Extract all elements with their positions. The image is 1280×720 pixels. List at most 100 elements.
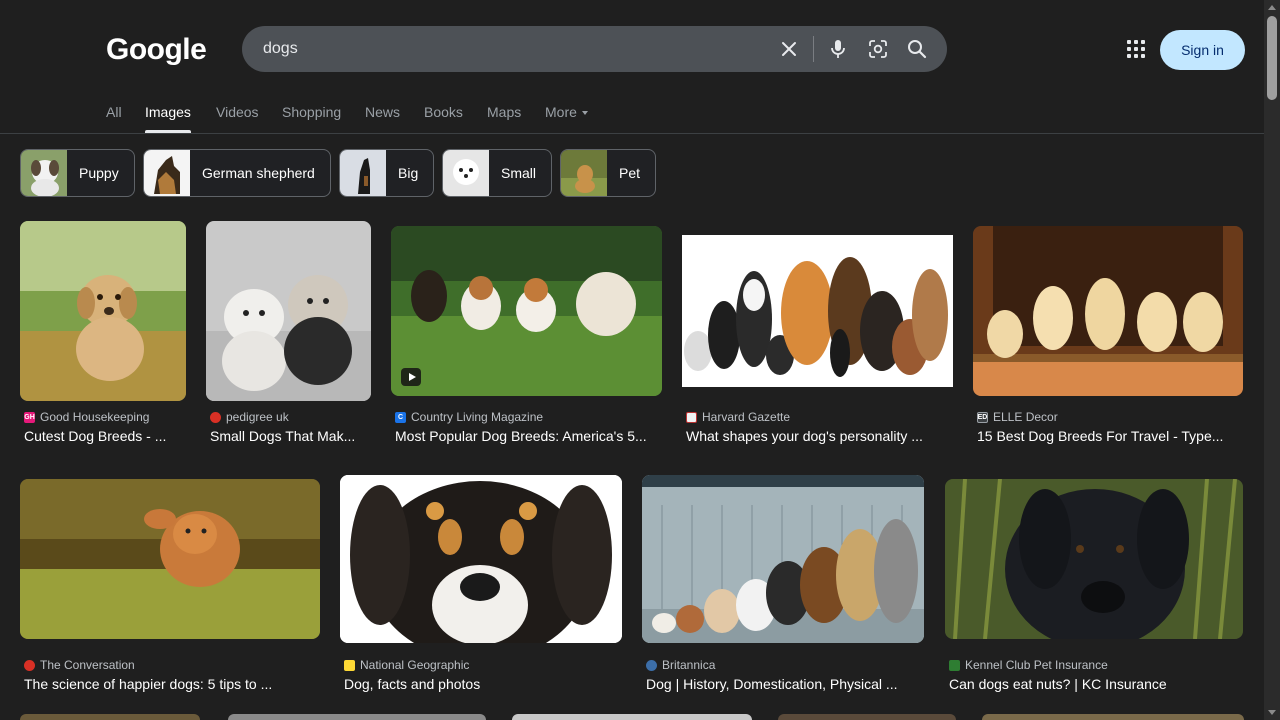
image-result[interactable]: pedigree uk Small Dogs That Mak... — [206, 221, 371, 451]
search-icon[interactable] — [905, 37, 929, 61]
chip-big[interactable]: Big — [339, 149, 434, 197]
play-icon — [401, 368, 421, 386]
chip-german-shepherd[interactable]: German shepherd — [143, 149, 331, 197]
result-thumbnail[interactable] — [20, 221, 186, 401]
result-source[interactable]: Kennel Club Pet Insurance — [949, 658, 1108, 672]
result-thumbnail[interactable] — [682, 235, 953, 387]
camera-lens-icon[interactable] — [866, 37, 890, 61]
search-tabs: All Images Videos Shopping News Books Ma… — [0, 100, 1264, 134]
tab-all[interactable]: All — [106, 104, 122, 120]
search-input[interactable]: dogs — [263, 40, 298, 58]
result-thumbnail-partial[interactable] — [982, 714, 1244, 720]
result-title[interactable]: Dog, facts and photos — [344, 676, 622, 692]
result-source[interactable]: The Conversation — [24, 658, 135, 672]
tab-shopping[interactable]: Shopping — [282, 104, 341, 120]
tab-more-label: More — [545, 104, 577, 120]
result-source[interactable]: ED ELLE Decor — [977, 410, 1058, 424]
site-favicon-icon: ED — [977, 411, 988, 423]
result-source[interactable]: C Country Living Magazine — [395, 410, 543, 424]
chip-thumbnail — [443, 150, 489, 196]
source-name: ELLE Decor — [993, 410, 1058, 424]
result-thumbnail[interactable] — [20, 479, 320, 639]
divider — [0, 133, 1264, 134]
image-result[interactable]: Kennel Club Pet Insurance Can dogs eat n… — [945, 469, 1243, 699]
result-source[interactable]: Harvard Gazette — [686, 410, 790, 424]
result-thumbnail[interactable] — [945, 479, 1243, 639]
apps-grid-icon[interactable] — [1124, 37, 1148, 61]
result-title[interactable]: Small Dogs That Mak... — [210, 428, 371, 444]
search-divider — [813, 36, 814, 62]
tab-more[interactable]: More — [545, 104, 588, 120]
tab-maps[interactable]: Maps — [487, 104, 521, 120]
page: Google dogs Sign in All Images Videos Sh… — [0, 0, 1264, 720]
result-thumbnail[interactable] — [206, 221, 371, 401]
chip-thumbnail — [144, 150, 190, 196]
image-result[interactable]: C Country Living Magazine Most Popular Do… — [391, 221, 662, 451]
source-name: Britannica — [662, 658, 716, 672]
mic-icon[interactable] — [826, 37, 850, 61]
result-title[interactable]: What shapes your dog's personality ... — [686, 428, 953, 444]
chip-label: German shepherd — [202, 165, 315, 181]
image-result[interactable]: Britannica Dog | History, Domestication,… — [642, 469, 924, 699]
result-thumbnail[interactable] — [391, 226, 662, 396]
scrollbar-thumb[interactable] — [1267, 16, 1277, 100]
scroll-up-icon[interactable] — [1268, 5, 1276, 10]
site-favicon-icon: GH — [24, 411, 35, 423]
result-source[interactable]: Britannica — [646, 658, 715, 672]
chip-label: Pet — [619, 165, 641, 181]
chip-thumbnail — [340, 150, 386, 196]
result-source[interactable]: GH Good Housekeeping — [24, 410, 149, 424]
chip-pet[interactable]: Pet — [560, 149, 656, 197]
site-favicon-icon — [646, 659, 657, 671]
result-thumbnail[interactable] — [340, 475, 622, 643]
chip-label: Puppy — [79, 165, 119, 181]
result-title[interactable]: Cutest Dog Breeds - ... — [24, 428, 186, 444]
chip-small[interactable]: Small — [442, 149, 552, 197]
image-result[interactable]: ED ELLE Decor 15 Best Dog Breeds For Trav… — [973, 221, 1243, 451]
site-favicon-icon — [24, 659, 35, 671]
scroll-down-icon[interactable] — [1268, 710, 1276, 715]
close-icon[interactable] — [777, 37, 801, 61]
google-logo[interactable]: Google — [106, 33, 207, 67]
chip-thumbnail — [21, 150, 67, 196]
image-result[interactable]: The Conversation The science of happier … — [20, 469, 320, 699]
chip-puppy[interactable]: Puppy — [20, 149, 135, 197]
result-title[interactable]: Most Popular Dog Breeds: America's 5... — [395, 428, 662, 444]
site-favicon-icon: C — [395, 411, 406, 423]
image-result[interactable]: National Geographic Dog, facts and photo… — [340, 469, 622, 699]
result-source[interactable]: National Geographic — [344, 658, 469, 672]
result-source[interactable]: pedigree uk — [210, 410, 289, 424]
tab-books[interactable]: Books — [424, 104, 463, 120]
chip-label: Small — [501, 165, 537, 181]
result-thumbnail-partial[interactable] — [778, 714, 956, 720]
tab-videos[interactable]: Videos — [216, 104, 259, 120]
source-name: The Conversation — [40, 658, 135, 672]
scrollbar[interactable] — [1264, 0, 1280, 720]
result-thumbnail-partial[interactable] — [20, 714, 200, 720]
sign-in-button[interactable]: Sign in — [1160, 30, 1245, 70]
favicon-text: C — [397, 413, 404, 421]
result-thumbnail[interactable] — [642, 475, 924, 643]
result-title[interactable]: Can dogs eat nuts? | KC Insurance — [949, 676, 1243, 692]
result-thumbnail-partial[interactable] — [512, 714, 752, 720]
result-thumbnail-partial[interactable] — [228, 714, 486, 720]
result-title[interactable]: The science of happier dogs: 5 tips to .… — [24, 676, 320, 692]
tab-images[interactable]: Images — [145, 104, 191, 120]
source-name: Good Housekeeping — [40, 410, 150, 424]
source-name: Kennel Club Pet Insurance — [965, 658, 1108, 672]
chip-thumbnail — [561, 150, 607, 196]
result-title[interactable]: 15 Best Dog Breeds For Travel - Type... — [977, 428, 1243, 444]
source-name: pedigree uk — [226, 410, 289, 424]
image-result[interactable]: GH Good Housekeeping Cutest Dog Breeds - … — [20, 221, 186, 451]
tab-news[interactable]: News — [365, 104, 400, 120]
site-favicon-icon — [686, 411, 697, 423]
source-name: National Geographic — [360, 658, 470, 672]
result-title[interactable]: Dog | History, Domestication, Physical .… — [646, 676, 924, 692]
search-bar[interactable]: dogs — [242, 26, 947, 72]
image-result[interactable]: Harvard Gazette What shapes your dog's p… — [682, 221, 953, 451]
site-favicon-icon — [949, 659, 960, 671]
site-favicon-icon — [210, 411, 221, 423]
result-thumbnail[interactable] — [973, 226, 1243, 396]
source-name: Harvard Gazette — [702, 410, 791, 424]
chip-label: Big — [398, 165, 419, 181]
